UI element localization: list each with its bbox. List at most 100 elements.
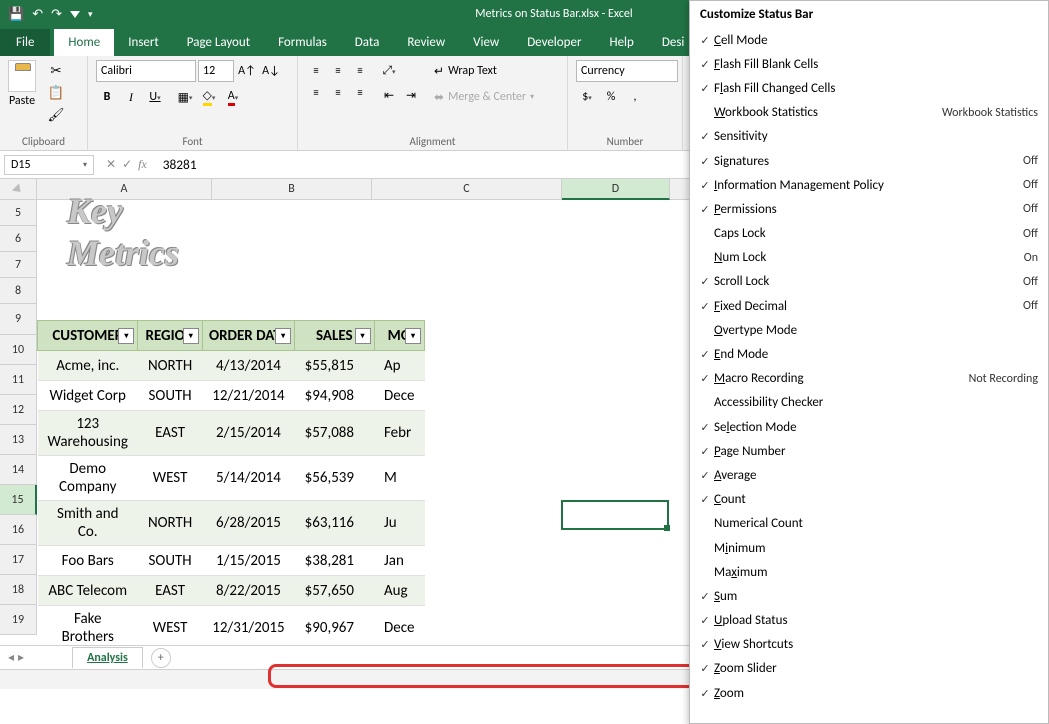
- align-center-icon[interactable]: ≡: [328, 82, 348, 102]
- save-icon[interactable]: 💾: [8, 7, 24, 22]
- paste-button[interactable]: Paste: [9, 94, 35, 108]
- sheet-nav-prev-icon[interactable]: ◂: [8, 650, 14, 665]
- tab-insert[interactable]: Insert: [114, 29, 173, 56]
- row-header-8[interactable]: 8: [0, 278, 37, 304]
- tab-developer[interactable]: Developer: [513, 29, 595, 56]
- statusbar-option[interactable]: ✓View Shortcuts: [690, 633, 1048, 657]
- align-bottom-icon[interactable]: ≡: [350, 60, 370, 80]
- statusbar-option[interactable]: ✓Page Number: [690, 439, 1048, 463]
- statusbar-option[interactable]: ✓Cell Mode: [690, 28, 1048, 52]
- cell-month[interactable]: M: [374, 456, 425, 501]
- cell-customer[interactable]: Demo Company: [38, 456, 138, 501]
- statusbar-option[interactable]: Maximum: [690, 560, 1048, 584]
- row-header-19[interactable]: 19: [0, 605, 37, 635]
- cell-sales[interactable]: $57,088: [295, 411, 374, 456]
- filter-dropdown-icon[interactable]: ▾: [405, 328, 421, 344]
- statusbar-option[interactable]: ✓Macro RecordingNot Recording: [690, 367, 1048, 391]
- table-row[interactable]: Widget CorpSOUTH12/21/2014$94,908Dece: [38, 381, 425, 411]
- statusbar-option[interactable]: ✓Sum: [690, 584, 1048, 608]
- row-header-9[interactable]: 9: [0, 304, 37, 335]
- cell-sales[interactable]: $38,281: [295, 546, 374, 576]
- cancel-formula-icon[interactable]: ✕: [106, 157, 116, 172]
- table-row[interactable]: Demo CompanyWEST5/14/2014$56,539M: [38, 456, 425, 501]
- cell-customer[interactable]: ABC Telecom: [38, 576, 138, 606]
- row-header-18[interactable]: 18: [0, 575, 37, 605]
- tab-review[interactable]: Review: [393, 29, 459, 56]
- cell-customer[interactable]: Smith and Co.: [38, 501, 138, 546]
- statusbar-option[interactable]: ✓Flash Fill Changed Cells: [690, 76, 1048, 100]
- qat-dropdown-icon[interactable]: ▾: [88, 9, 93, 20]
- tab-home[interactable]: Home: [54, 29, 114, 56]
- statusbar-option[interactable]: ✓End Mode: [690, 342, 1048, 366]
- row-header-11[interactable]: 11: [0, 365, 37, 395]
- statusbar-option[interactable]: Caps LockOff: [690, 222, 1048, 246]
- tab-view[interactable]: View: [459, 29, 513, 56]
- borders-icon[interactable]: ▦: [174, 86, 196, 108]
- merge-center-button[interactable]: ⬌ Merge & Center ▾: [434, 86, 534, 108]
- select-all-corner[interactable]: [0, 179, 37, 200]
- table-header[interactable]: REGION▾: [138, 321, 202, 351]
- cell-region[interactable]: WEST: [138, 456, 202, 501]
- cell-month[interactable]: Jan: [374, 546, 425, 576]
- redo-icon[interactable]: ↷: [51, 7, 62, 22]
- font-name-combo[interactable]: [96, 60, 196, 82]
- row-header-6[interactable]: 6: [0, 226, 37, 252]
- fx-icon[interactable]: fx: [138, 157, 147, 172]
- table-row[interactable]: Fake BrothersWEST12/31/2015$90,967Dece: [38, 606, 425, 651]
- cell-customer[interactable]: Acme, inc.: [38, 351, 138, 381]
- statusbar-option[interactable]: ✓PermissionsOff: [690, 197, 1048, 221]
- statusbar-option[interactable]: Workbook StatisticsWorkbook Statistics: [690, 101, 1048, 125]
- paste-icon[interactable]: [8, 60, 36, 92]
- cell-customer[interactable]: Fake Brothers: [38, 606, 138, 651]
- statusbar-option[interactable]: ✓Sensitivity: [690, 125, 1048, 149]
- filter-dropdown-icon[interactable]: ▾: [183, 328, 199, 344]
- number-format-combo[interactable]: [576, 60, 678, 82]
- col-header-D[interactable]: D: [562, 179, 670, 200]
- statusbar-option[interactable]: Numerical Count: [690, 512, 1048, 536]
- statusbar-option[interactable]: ✓SignaturesOff: [690, 149, 1048, 173]
- cell-date[interactable]: 5/14/2014: [202, 456, 294, 501]
- table-header[interactable]: MO▾: [374, 321, 425, 351]
- align-middle-icon[interactable]: ≡: [328, 60, 348, 80]
- cell-customer[interactable]: Widget Corp: [38, 381, 138, 411]
- statusbar-option[interactable]: ✓Selection Mode: [690, 415, 1048, 439]
- row-header-12[interactable]: 12: [0, 395, 37, 425]
- statusbar-option[interactable]: Num LockOn: [690, 246, 1048, 270]
- statusbar-option[interactable]: Minimum: [690, 536, 1048, 560]
- align-right-icon[interactable]: ≡: [350, 82, 370, 102]
- font-color-icon[interactable]: A: [222, 86, 244, 108]
- percent-format-icon[interactable]: %: [600, 86, 622, 108]
- tab-page-layout[interactable]: Page Layout: [173, 29, 264, 56]
- statusbar-option[interactable]: ✓Flash Fill Blank Cells: [690, 52, 1048, 76]
- statusbar-option[interactable]: ✓Zoom: [690, 681, 1048, 705]
- copy-icon[interactable]: 📋: [44, 82, 68, 102]
- cell-date[interactable]: 12/31/2015: [202, 606, 294, 651]
- table-row[interactable]: Smith and Co.NORTH6/28/2015$63,116Ju: [38, 501, 425, 546]
- tab-data[interactable]: Data: [341, 29, 394, 56]
- tab-help[interactable]: Help: [595, 29, 647, 56]
- cell-region[interactable]: NORTH: [138, 351, 202, 381]
- name-box[interactable]: D15: [4, 155, 94, 175]
- row-header-16[interactable]: 16: [0, 515, 37, 545]
- bold-button[interactable]: B: [96, 86, 118, 108]
- cell-region[interactable]: WEST: [138, 606, 202, 651]
- font-size-combo[interactable]: [198, 60, 234, 82]
- cell-region[interactable]: SOUTH: [138, 546, 202, 576]
- cell-date[interactable]: 2/15/2014: [202, 411, 294, 456]
- filter-icon[interactable]: [70, 7, 80, 22]
- filter-dropdown-icon[interactable]: ▾: [355, 328, 371, 344]
- statusbar-option[interactable]: ✓Scroll LockOff: [690, 270, 1048, 294]
- col-header-C[interactable]: C: [372, 179, 562, 200]
- statusbar-option[interactable]: Accessibility Checker: [690, 391, 1048, 415]
- statusbar-option[interactable]: Overtype Mode: [690, 318, 1048, 342]
- cell-region[interactable]: EAST: [138, 411, 202, 456]
- table-row[interactable]: Acme, inc.NORTH4/13/2014$55,815Ap: [38, 351, 425, 381]
- cell-date[interactable]: 12/21/2014: [202, 381, 294, 411]
- filter-dropdown-icon[interactable]: ▾: [118, 328, 134, 344]
- orientation-icon[interactable]: ⤢: [378, 60, 400, 82]
- wrap-text-button[interactable]: ↵ Wrap Text: [434, 60, 534, 82]
- tab-file[interactable]: File: [0, 29, 50, 56]
- cell-month[interactable]: Dece: [374, 606, 425, 651]
- enter-formula-icon[interactable]: ✓: [122, 157, 132, 172]
- table-row[interactable]: ABC TelecomEAST8/22/2015$57,650Aug: [38, 576, 425, 606]
